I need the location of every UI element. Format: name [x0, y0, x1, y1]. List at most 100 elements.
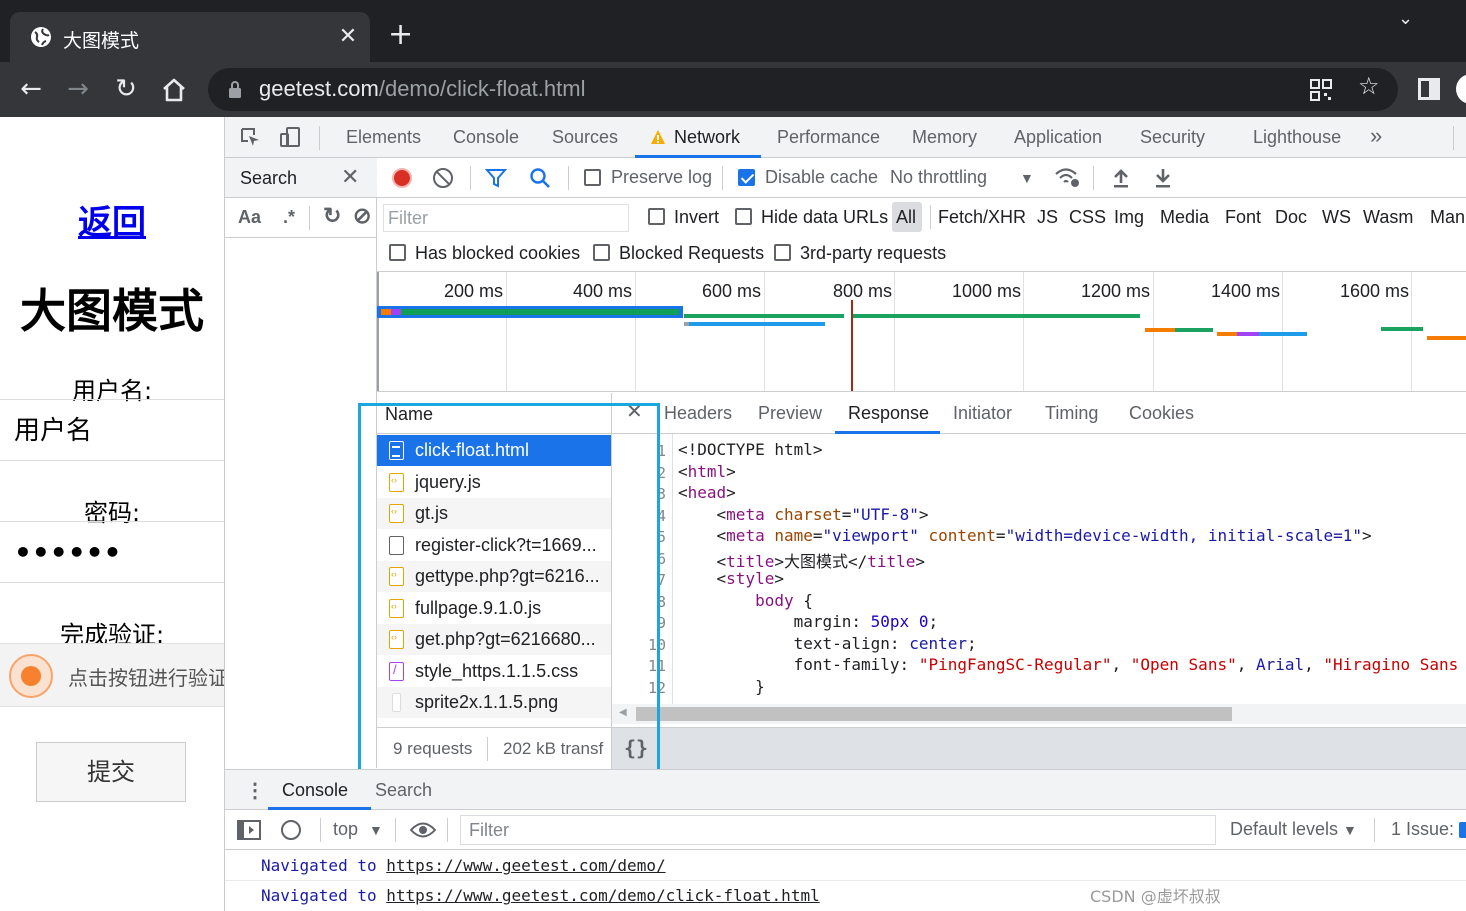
browser-tab[interactable]: 大图模式 ✕: [10, 12, 370, 62]
network-overview-timeline[interactable]: 200 ms 400 ms 600 ms 800 ms 1000 ms 1200…: [377, 272, 1466, 392]
context-select[interactable]: top: [333, 819, 358, 840]
log-link[interactable]: https://www.geetest.com/demo/: [386, 856, 665, 875]
reload-icon[interactable]: ↻: [110, 74, 142, 104]
filter-js[interactable]: JS: [1037, 207, 1058, 228]
filter-wasm[interactable]: Wasm: [1363, 207, 1413, 228]
tab-elements[interactable]: Elements: [346, 127, 421, 148]
network-conditions-icon[interactable]: [1054, 166, 1082, 190]
timeline-tick: 1000 ms: [952, 281, 1022, 301]
chevron-down-icon[interactable]: ▼: [1020, 170, 1034, 186]
device-toolbar-icon[interactable]: [279, 126, 301, 148]
tab-close-icon[interactable]: ✕: [336, 24, 360, 49]
record-icon[interactable]: [392, 168, 412, 188]
code-line: <html>: [678, 462, 736, 481]
refresh-icon[interactable]: ↻: [323, 203, 341, 229]
new-tab-button[interactable]: +: [388, 20, 413, 50]
clear-search-icon[interactable]: ⊘: [353, 203, 371, 229]
chevron-down-icon[interactable]: ▼: [369, 822, 383, 838]
throttling-select[interactable]: No throttling: [890, 167, 987, 188]
eye-icon[interactable]: [410, 821, 436, 839]
tab-headers[interactable]: Headers: [664, 403, 732, 424]
filter-all[interactable]: All: [896, 207, 916, 228]
timeline-tick: 600 ms: [702, 281, 762, 301]
username-field[interactable]: 用户名: [0, 399, 224, 461]
tab-initiator[interactable]: Initiator: [953, 403, 1012, 424]
response-code-view[interactable]: 1 2 3 4 5 6 7 8 9 10 11 12 <!DOCTYPE htm…: [612, 434, 1466, 704]
forward-arrow-icon[interactable]: →: [62, 74, 94, 104]
import-har-icon[interactable]: [1111, 167, 1131, 189]
clear-log-icon[interactable]: [433, 168, 453, 188]
close-search-icon[interactable]: ✕: [341, 164, 359, 190]
tab-security[interactable]: Security: [1140, 127, 1205, 148]
filter-doc[interactable]: Doc: [1275, 207, 1307, 228]
tab-sources[interactable]: Sources: [552, 127, 618, 148]
preserve-log-checkbox[interactable]: [584, 169, 601, 186]
horizontal-scrollbar[interactable]: ◀: [612, 704, 1466, 724]
filter-ws[interactable]: WS: [1322, 207, 1351, 228]
back-arrow-icon[interactable]: ←: [15, 74, 47, 104]
search-title: Search: [240, 168, 298, 188]
clear-console-icon[interactable]: [281, 820, 301, 840]
hide-data-urls-checkbox[interactable]: [735, 208, 752, 225]
log-link[interactable]: https://www.geetest.com/demo/click-float…: [386, 886, 819, 905]
filter-css[interactable]: CSS: [1069, 207, 1106, 228]
tab-cookies[interactable]: Cookies: [1129, 403, 1194, 424]
console-filter-input[interactable]: Filter: [460, 815, 1216, 845]
match-case-toggle[interactable]: Aa: [238, 207, 261, 228]
submit-button[interactable]: 提交: [36, 742, 186, 802]
filter-manifest[interactable]: Mani: [1430, 207, 1466, 228]
filter-fetch-xhr[interactable]: Fetch/XHR: [938, 207, 1026, 228]
inspect-element-icon[interactable]: [239, 126, 261, 148]
timeline-grid: [894, 272, 895, 391]
invert-checkbox[interactable]: [648, 208, 665, 225]
tab-performance[interactable]: Performance: [777, 127, 880, 148]
drawer-tab-console[interactable]: Console: [282, 780, 348, 801]
timeline-bar: [1145, 328, 1175, 332]
tab-preview[interactable]: Preview: [758, 403, 822, 424]
chevron-down-icon[interactable]: ▼: [1343, 822, 1357, 838]
console-sidebar-icon[interactable]: [237, 820, 261, 840]
scrollbar-thumb[interactable]: [636, 707, 1232, 721]
drawer-menu-icon[interactable]: ⋮: [245, 778, 265, 803]
code-line: <meta charset="UTF-8">: [678, 505, 929, 524]
tab-search-icon[interactable]: ⌄: [1398, 8, 1413, 29]
regex-toggle[interactable]: .*: [283, 207, 295, 228]
side-panel-icon[interactable]: [1418, 78, 1440, 100]
bookmark-star-icon[interactable]: ☆: [1358, 72, 1380, 100]
tab-memory[interactable]: Memory: [912, 127, 977, 148]
drawer-tab-search[interactable]: Search: [375, 780, 432, 801]
third-party-checkbox[interactable]: [774, 244, 791, 261]
filter-input[interactable]: Filter: [383, 204, 629, 232]
lock-icon[interactable]: [228, 80, 242, 98]
tab-application[interactable]: Application: [1014, 127, 1102, 148]
issues-button[interactable]: 1 Issue:: [1391, 819, 1454, 840]
profile-avatar[interactable]: [1456, 74, 1466, 104]
filter-icon[interactable]: [485, 168, 507, 188]
tab-response[interactable]: Response: [848, 403, 929, 424]
has-blocked-cookies-checkbox[interactable]: [389, 244, 406, 261]
password-field[interactable]: ••••••: [0, 521, 224, 583]
filter-media[interactable]: Media: [1160, 207, 1209, 228]
timeline-bar: [1381, 327, 1423, 331]
tab-strip: 大图模式 ✕ + ⌄: [0, 0, 1466, 62]
qr-code-icon[interactable]: [1309, 78, 1333, 102]
tab-network[interactable]: Network: [674, 127, 740, 148]
blocked-requests-checkbox[interactable]: [593, 244, 610, 261]
home-icon[interactable]: [159, 76, 189, 104]
separator: [395, 818, 396, 842]
tab-console[interactable]: Console: [453, 127, 519, 148]
tab-timing[interactable]: Timing: [1045, 403, 1098, 424]
filter-font[interactable]: Font: [1225, 207, 1261, 228]
filter-img[interactable]: Img: [1114, 207, 1144, 228]
search-icon[interactable]: [529, 167, 551, 189]
more-tabs-icon[interactable]: »: [1370, 123, 1382, 149]
address-bar[interactable]: geetest.com/demo/click-float.html ☆: [208, 68, 1398, 111]
log-levels-select[interactable]: Default levels: [1230, 819, 1338, 840]
export-har-icon[interactable]: [1153, 167, 1173, 189]
captcha-button[interactable]: 点击按钮进行验证: [0, 643, 224, 707]
back-link[interactable]: 返回: [0, 195, 224, 244]
globe-icon: [31, 27, 51, 47]
tab-lighthouse[interactable]: Lighthouse: [1253, 127, 1341, 148]
url-text[interactable]: geetest.com/demo/click-float.html: [259, 76, 585, 102]
disable-cache-checkbox[interactable]: [738, 169, 755, 186]
